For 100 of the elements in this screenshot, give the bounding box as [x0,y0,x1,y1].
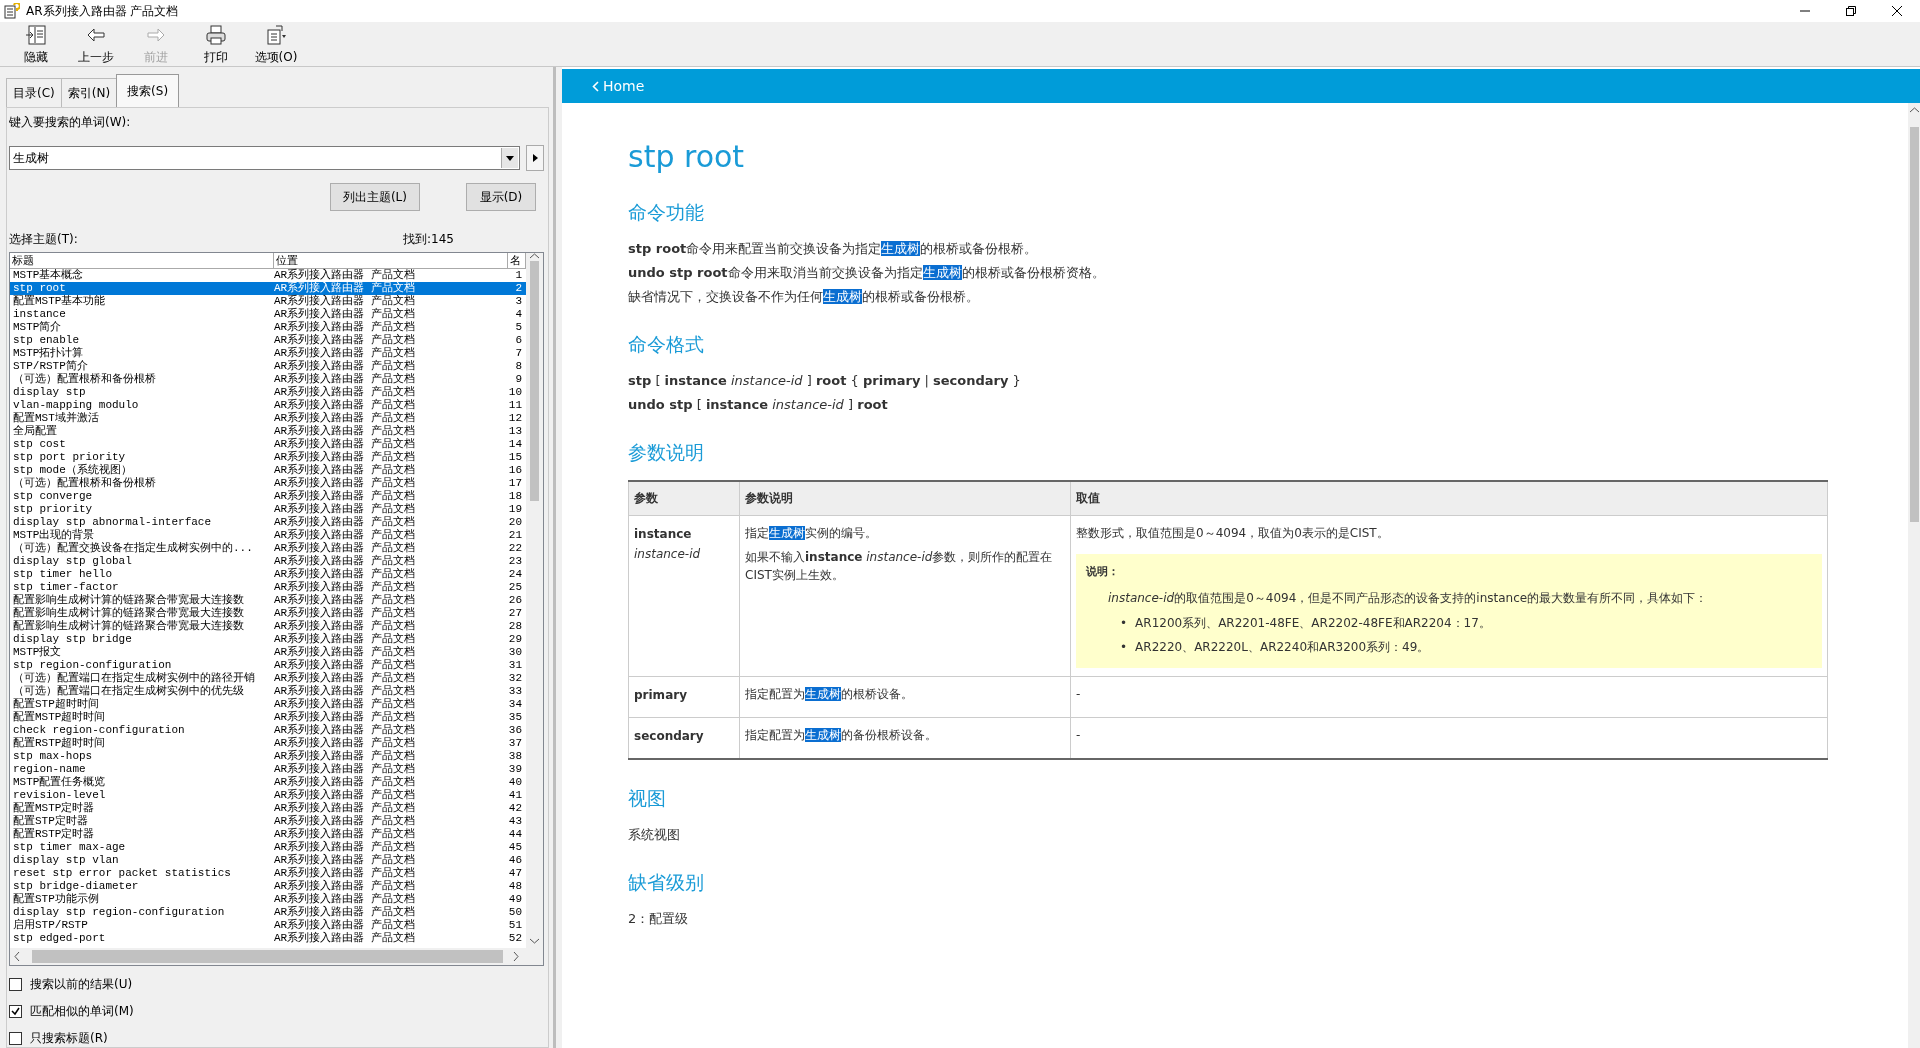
paragraph: 2：配置级 [628,910,690,928]
result-row[interactable]: MSTP基本概念 AR系列接入路由器 产品文档 1 [10,269,526,282]
toolbar-button[interactable]: 打印 [190,22,242,66]
column-header[interactable]: 标题 [10,253,274,269]
result-row[interactable]: （可选）配置交换设备在指定生成树实例中的... AR系列接入路由器 产品文档 22 [10,542,526,555]
result-row[interactable]: instance AR系列接入路由器 产品文档 4 [10,308,526,321]
scrollbar-thumb[interactable] [32,950,503,963]
result-row[interactable]: 配置STP功能示例 AR系列接入路由器 产品文档 49 [10,893,526,906]
paragraph: 指定配置为生成树的备份根桥设备。 [745,727,938,744]
checkbox[interactable] [9,978,22,991]
checkbox-label: 只搜索标题(R) [30,1030,108,1047]
paragraph: 如果不输入instance instance-id参数，则所作的配置在CIST实例上生效。 [745,549,1054,584]
result-row[interactable]: stp region-configuration AR系列接入路由器 产品文档 31 [10,659,526,672]
result-row[interactable]: display stp region-configuration AR系列接入路由器 产品文档 50 [10,906,526,919]
result-row[interactable]: MSTP拓扑计算 AR系列接入路由器 产品文档 7 [10,347,526,360]
result-row[interactable]: stp edged-port AR系列接入路由器 产品文档 52 [10,932,526,945]
result-row[interactable]: check region-configuration AR系列接入路由器 产品文档 36 [10,724,526,737]
result-row[interactable]: stp priority AR系列接入路由器 产品文档 19 [10,503,526,516]
result-row[interactable]: stp mode（系统视图） AR系列接入路由器 产品文档 16 [10,464,526,477]
scrollbar[interactable] [10,948,543,965]
column-header[interactable]: 位置 [274,253,508,269]
result-row[interactable]: 配置影响生成树计算的链路聚合带宽最大连接数 AR系列接入路由器 产品文档 28 [10,620,526,633]
dropdown-button[interactable] [501,148,518,168]
result-row[interactable]: stp cost AR系列接入路由器 产品文档 14 [10,438,526,451]
toolbar-button[interactable]: 上一步 [70,22,122,66]
result-row[interactable]: MSTP报文 AR系列接入路由器 产品文档 30 [10,646,526,659]
document-icon [264,22,288,47]
window-title: AR系列接入路由器 产品文档 [26,2,179,20]
result-row[interactable]: stp timer-factor AR系列接入路由器 产品文档 25 [10,581,526,594]
result-row[interactable]: display stp bridge AR系列接入路由器 产品文档 29 [10,633,526,646]
result-row[interactable]: MSTP出现的背景 AR系列接入路由器 产品文档 21 [10,529,526,542]
result-row[interactable]: 配置影响生成树计算的链路聚合带宽最大连接数 AR系列接入路由器 产品文档 27 [10,607,526,620]
toolbar-button[interactable]: 选项(O) [250,22,302,66]
result-row[interactable]: stp max-hops AR系列接入路由器 产品文档 38 [10,750,526,763]
result-row[interactable]: （可选）配置根桥和备份根桥 AR系列接入路由器 产品文档 9 [10,373,526,386]
result-row[interactable]: stp timer max-age AR系列接入路由器 产品文档 45 [10,841,526,854]
column-header: 参数 [628,481,740,516]
result-row[interactable]: 配置MSTP定时器 AR系列接入路由器 产品文档 42 [10,802,526,815]
result-row[interactable]: 配置MST域并激活 AR系列接入路由器 产品文档 12 [10,412,526,425]
display-button[interactable]: 显示(D) [466,183,536,211]
list-topics-button[interactable]: 列出主题(L) [329,183,420,211]
result-row[interactable]: STP/RSTP简介 AR系列接入路由器 产品文档 8 [10,360,526,373]
result-row[interactable]: stp root AR系列接入路由器 产品文档 2 [10,282,526,295]
result-row[interactable]: 配置STP定时器 AR系列接入路由器 产品文档 43 [10,815,526,828]
result-row[interactable]: display stp abnormal-interface AR系列接入路由器 产品文档 20 [10,516,526,529]
result-row[interactable]: MSTP简介 AR系列接入路由器 产品文档 5 [10,321,526,334]
note-title: 说明： [1086,564,1120,580]
result-row[interactable]: stp bridge-diameter AR系列接入路由器 产品文档 48 [10,880,526,893]
left-caret-icon [14,952,20,961]
paragraph: 指定生成树实例的编号。 [745,525,878,542]
checkbox[interactable] [9,1005,22,1018]
menu-button[interactable] [526,145,544,171]
result-row[interactable]: （可选）配置端口在指定生成树实例中的优先级 AR系列接入路由器 产品文档 33 [10,685,526,698]
result-row[interactable]: 配置STP超时时间 AR系列接入路由器 产品文档 34 [10,698,526,711]
paragraph: - [1076,727,1082,744]
result-row[interactable]: vlan-mapping modulo AR系列接入路由器 产品文档 11 [10,399,526,412]
checkbox[interactable] [9,1032,22,1045]
search-field[interactable]: 生成树 [9,146,520,170]
result-row[interactable]: （可选）配置端口在指定生成树实例中的路径开销 AR系列接入路由器 产品文档 32 [10,672,526,685]
scrollbar-thumb[interactable] [1909,127,1919,522]
scrollbar[interactable] [1908,103,1920,1048]
paragraph: undo stp [ instance instance-id ] root [628,396,889,414]
result-row[interactable]: display stp global AR系列接入路由器 产品文档 23 [10,555,526,568]
list-label: 选择主题(T): [9,231,78,248]
paragraph: - [1076,686,1082,703]
bullet-marker: • [1120,615,1128,632]
result-row[interactable]: stp timer hello AR系列接入路由器 产品文档 24 [10,568,526,581]
paragraph: stp [ instance instance-id ] root { primary | secondary } [628,372,1022,390]
toolbar-button[interactable]: 隐藏 [10,22,62,66]
result-row[interactable]: 配置RSTP定时器 AR系列接入路由器 产品文档 44 [10,828,526,841]
result-row[interactable]: 配置MSTP基本功能 AR系列接入路由器 产品文档 3 [10,295,526,308]
section-heading: 视图 [628,786,667,811]
tab[interactable]: 搜索(S) [116,74,180,107]
result-row[interactable]: （可选）配置根桥和备份根桥 AR系列接入路由器 产品文档 17 [10,477,526,490]
scrollbar-thumb[interactable] [530,261,539,501]
result-row[interactable]: display stp AR系列接入路由器 产品文档 10 [10,386,526,399]
result-row[interactable]: display stp vlan AR系列接入路由器 产品文档 46 [10,854,526,867]
section-heading: 命令格式 [628,332,705,357]
column-header: 参数说明 [739,481,1071,516]
result-row[interactable]: 全局配置 AR系列接入路由器 产品文档 13 [10,425,526,438]
result-row[interactable]: MSTP配置任务概览 AR系列接入路由器 产品文档 40 [10,776,526,789]
result-row[interactable]: region-name AR系列接入路由器 产品文档 39 [10,763,526,776]
section-heading: 参数说明 [628,440,705,465]
result-row[interactable]: stp converge AR系列接入路由器 产品文档 18 [10,490,526,503]
column-header[interactable]: 名 [508,253,526,269]
result-row[interactable]: 启用STP/RSTP AR系列接入路由器 产品文档 51 [10,919,526,932]
result-row[interactable]: 配置影响生成树计算的链路聚合带宽最大连接数 AR系列接入路由器 产品文档 26 [10,594,526,607]
right-caret-icon [513,952,519,961]
scrollbar[interactable] [526,253,543,948]
tab[interactable]: 目录(C) [6,78,62,107]
result-row[interactable]: 配置MSTP超时时间 AR系列接入路由器 产品文档 35 [10,711,526,724]
paragraph: 整数形式，取值范围是0～4094，取值为0表示的是CIST。 [1076,525,1390,542]
result-row[interactable]: stp port priority AR系列接入路由器 产品文档 15 [10,451,526,464]
result-row[interactable]: 配置RSTP超时时间 AR系列接入路由器 产品文档 37 [10,737,526,750]
result-row[interactable]: reset stp error packet statistics AR系列接入路由器 产品文档 47 [10,867,526,880]
restore-icon [1846,6,1856,16]
close-icon [1892,6,1902,16]
result-row[interactable]: stp enable AR系列接入路由器 产品文档 6 [10,334,526,347]
checkbox-label: 搜索以前的结果(U) [30,976,133,993]
result-row[interactable]: revision-level AR系列接入路由器 产品文档 41 [10,789,526,802]
